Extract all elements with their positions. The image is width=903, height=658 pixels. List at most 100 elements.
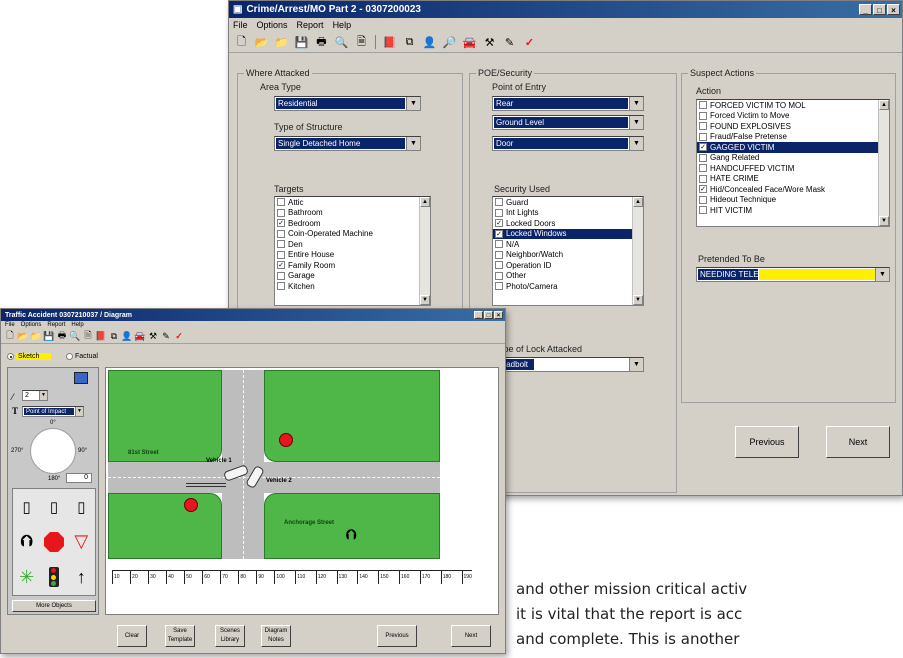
checkbox-icon[interactable] [277, 198, 285, 207]
target-item[interactable]: Attic [275, 197, 430, 208]
security-item[interactable]: Neighbor/Watch [493, 250, 643, 261]
checkbox-icon[interactable] [495, 240, 503, 249]
document-icon[interactable]: 🗎 [353, 34, 370, 50]
checkbox-checked-icon[interactable]: ✓ [495, 229, 503, 238]
security-item[interactable]: Int Lights [493, 208, 643, 219]
minimize-button[interactable]: _ [859, 4, 872, 15]
checkbox-icon[interactable] [699, 132, 707, 141]
gun-icon[interactable]: ⚒ [481, 34, 498, 50]
document-icon[interactable]: 🗎 [82, 330, 94, 342]
open-folder-icon[interactable]: 📂 [17, 330, 29, 342]
notes-icon[interactable]: ✎ [160, 330, 172, 342]
chevron-down-icon[interactable]: ▼ [629, 358, 643, 371]
checkbox-checked-icon[interactable]: ✓ [699, 143, 707, 152]
check-icon[interactable]: ✓ [173, 330, 185, 342]
checkbox-icon[interactable] [495, 250, 503, 259]
mode-sketch-radio[interactable]: Sketch [7, 353, 52, 360]
diagram-notes-button[interactable]: Diagram Notes [261, 625, 291, 647]
scroll-down-icon[interactable]: ▼ [879, 216, 889, 226]
security-item[interactable]: Other [493, 271, 643, 282]
yield-sign-icon[interactable]: ▽ [74, 531, 88, 552]
diagram-next-button[interactable]: Next [451, 625, 491, 647]
target-item[interactable]: Garage [275, 271, 430, 282]
checkbox-icon[interactable] [495, 282, 503, 291]
security-item[interactable]: Photo/Camera [493, 281, 643, 292]
action-item[interactable]: FOUND EXPLOSIVES [697, 121, 889, 132]
maximize-button[interactable]: □ [873, 4, 886, 15]
action-item[interactable]: ✓ GAGGED VICTIM [697, 142, 889, 153]
previous-button[interactable]: Previous [735, 426, 799, 458]
security-item[interactable]: ✓ Locked Doors [493, 218, 643, 229]
open-icon[interactable]: 📁 [30, 330, 42, 342]
scrollbar[interactable]: ▲ ▼ [632, 197, 643, 305]
action-item[interactable]: HATE CRIME [697, 174, 889, 185]
copy-icon[interactable]: ⧉ [401, 34, 418, 50]
next-button[interactable]: Next [826, 426, 890, 458]
security-item[interactable]: Operation ID [493, 260, 643, 271]
notes-icon[interactable]: ✎ [501, 34, 518, 50]
compass-dial[interactable] [30, 428, 76, 474]
traffic-post-icon[interactable]: ▯ [23, 498, 31, 516]
minimize-button[interactable]: _ [474, 311, 483, 319]
clear-button[interactable]: Clear [117, 625, 147, 647]
open-icon[interactable]: 📁 [273, 34, 290, 50]
checkbox-checked-icon[interactable]: ✓ [495, 219, 503, 228]
menu-options[interactable]: Options [21, 322, 42, 328]
checkbox-icon[interactable] [699, 153, 707, 162]
security-item[interactable]: Guard [493, 197, 643, 208]
vehicle-icon[interactable]: 🚘 [134, 330, 146, 342]
arrow-up-icon[interactable]: ↑ [77, 567, 86, 588]
checkbox-icon[interactable] [277, 240, 285, 249]
book-icon[interactable]: 📕 [95, 330, 107, 342]
search-person-icon[interactable]: 🔎 [441, 34, 458, 50]
action-item[interactable]: HIT VICTIM [697, 205, 889, 216]
traffic-light-icon[interactable] [48, 567, 59, 588]
action-list[interactable]: FORCED VICTIM TO MOL Forced Victim to Mov… [696, 99, 890, 227]
checkbox-icon[interactable] [277, 250, 285, 259]
gun-icon[interactable]: ⚒ [147, 330, 159, 342]
action-item[interactable]: Fraud/False Pretense [697, 132, 889, 143]
check-icon[interactable]: ✓ [521, 34, 538, 50]
target-item[interactable]: Den [275, 239, 430, 250]
person-icon[interactable]: 👤 [421, 34, 438, 50]
action-item[interactable]: ✓ Hid/Concealed Face/Wore Mask [697, 184, 889, 195]
main-title-bar[interactable]: ▣ Crime/Arrest/MO Part 2 - 0307200023 _ □… [229, 1, 902, 18]
north-arrow-icon[interactable]: ⮉ [21, 533, 33, 551]
close-button[interactable]: × [887, 4, 900, 15]
traffic-post-icon[interactable]: ▯ [50, 498, 58, 516]
checkbox-icon[interactable] [495, 208, 503, 217]
scroll-up-icon[interactable]: ▲ [879, 100, 889, 110]
chevron-down-icon[interactable]: ▼ [406, 137, 420, 150]
copy-icon[interactable]: ⧉ [108, 330, 120, 342]
area-type-select[interactable]: Residential ▼ [274, 96, 421, 111]
menu-options[interactable]: Options [257, 20, 288, 30]
targets-list[interactable]: Attic Bathroom ✓ Bedroom Coin-Operated Machi… [274, 196, 431, 306]
action-item[interactable]: HANDCUFFED VICTIM [697, 163, 889, 174]
north-arrow-icon[interactable]: ⮉ [346, 526, 357, 543]
checkbox-icon[interactable] [699, 195, 707, 204]
more-objects-button[interactable]: More Objects [12, 600, 96, 612]
line-tool-icon[interactable]: ⁄ [12, 392, 14, 402]
close-button[interactable]: × [494, 311, 503, 319]
checkbox-icon[interactable] [699, 122, 707, 131]
menu-report[interactable]: Report [297, 20, 324, 30]
menu-file[interactable]: File [233, 20, 248, 30]
line-width-select[interactable]: 2 ▼ [22, 390, 48, 401]
point-of-impact-marker[interactable] [184, 498, 198, 512]
scroll-down-icon[interactable]: ▼ [633, 295, 643, 305]
new-icon[interactable]: 🗋 [233, 34, 250, 50]
chevron-down-icon[interactable]: ▼ [39, 391, 47, 400]
action-item[interactable]: FORCED VICTIM TO MOL [697, 100, 889, 111]
scrollbar[interactable]: ▲ ▼ [419, 197, 430, 305]
book-icon[interactable]: 📕 [381, 34, 398, 50]
target-item[interactable]: ✓ Family Room [275, 260, 430, 271]
chevron-down-icon[interactable]: ▼ [629, 137, 643, 150]
skid-mark-icon[interactable]: ✳ [19, 567, 34, 588]
action-item[interactable]: Forced Victim to Move [697, 111, 889, 122]
security-item[interactable]: N/A [493, 239, 643, 250]
checkbox-icon[interactable] [277, 282, 285, 291]
target-item[interactable]: Coin-Operated Machine [275, 229, 430, 240]
checkbox-icon[interactable] [277, 271, 285, 280]
menu-help[interactable]: Help [71, 322, 83, 328]
maximize-button[interactable]: □ [484, 311, 493, 319]
